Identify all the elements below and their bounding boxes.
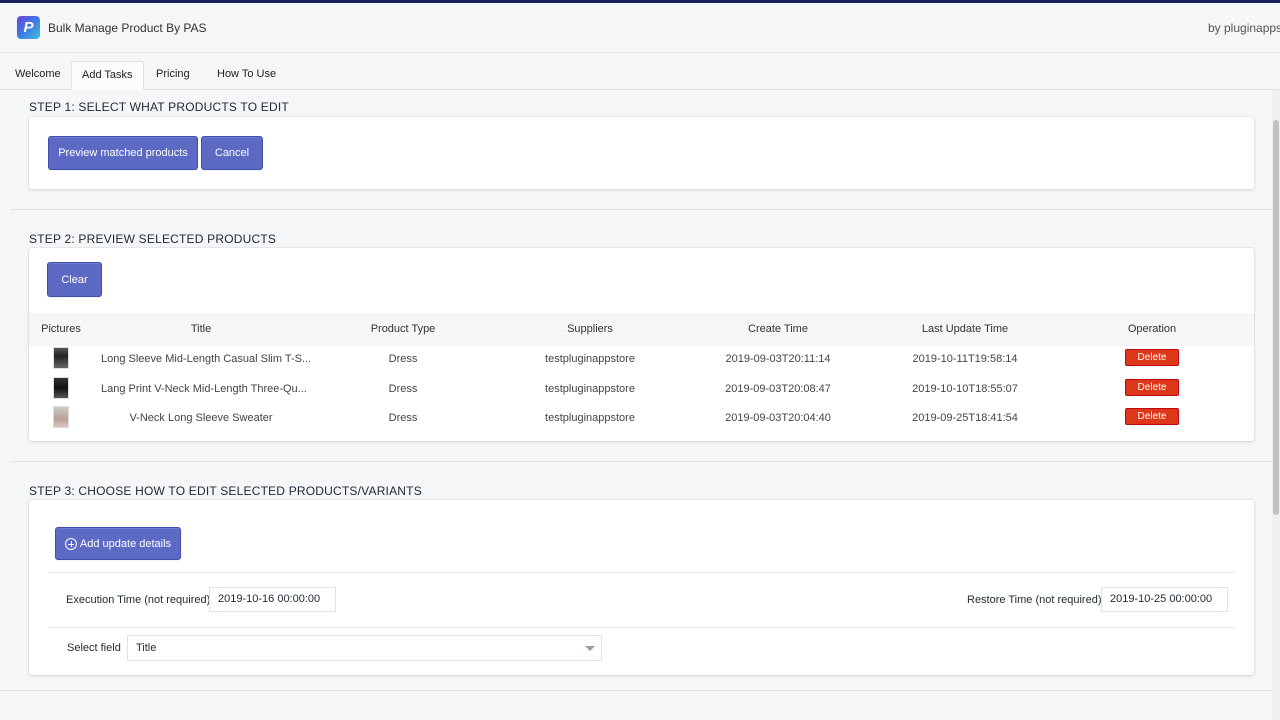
row-title: V-Neck Long Sleeve Sweater — [129, 412, 273, 424]
col-product-type: Product Type — [370, 323, 436, 335]
table-row: Lang Print V-Neck Mid-Length Three-Qu...… — [29, 374, 1254, 404]
step2-title: STEP 2: PREVIEW SELECTED PRODUCTS — [29, 232, 277, 246]
select-field-dropdown[interactable]: Title — [127, 635, 602, 661]
step1-card: Preview matched products Cancel — [29, 117, 1254, 189]
restore-time-input[interactable]: 2019-10-25 00:00:00 — [1101, 587, 1228, 612]
row-title: Long Sleeve Mid-Length Casual Slim T-S..… — [101, 353, 312, 365]
add-update-details-button[interactable]: Add update details — [55, 527, 181, 560]
row-divider — [48, 627, 1236, 628]
app-title: Bulk Manage Product By PAS — [48, 21, 207, 35]
row-created: 2019-09-03T20:11:14 — [725, 353, 831, 365]
row-type: Dress — [388, 412, 418, 424]
table-header: Pictures Title Product Type Suppliers Cr… — [29, 313, 1254, 346]
col-create-time: Create Time — [748, 323, 808, 335]
tab-how-to-use[interactable]: How To Use — [207, 61, 286, 90]
logo-letter: P — [23, 19, 34, 36]
table-row: V-Neck Long Sleeve Sweater Dress testplu… — [29, 403, 1254, 433]
app-header: P Bulk Manage Product By PAS by pluginap… — [0, 3, 1280, 53]
tab-welcome[interactable]: Welcome — [5, 61, 71, 90]
bottom-divider — [0, 690, 1272, 691]
section-divider — [10, 209, 1272, 210]
row-updated: 2019-10-11T19:58:14 — [912, 353, 1018, 365]
row-title: Lang Print V-Neck Mid-Length Three-Qu... — [101, 383, 307, 395]
app-logo: P — [17, 16, 40, 39]
by-text: by pluginappstore — [1208, 21, 1280, 35]
scrollbar-thumb[interactable] — [1273, 120, 1279, 515]
section-divider — [10, 461, 1272, 462]
row-created: 2019-09-03T20:04:40 — [725, 412, 831, 424]
row-updated: 2019-10-10T18:55:07 — [912, 383, 1018, 395]
row-supplier: testpluginappstore — [545, 383, 635, 395]
tab-bar: Welcome Add Tasks Pricing How To Use — [0, 61, 1280, 90]
step3-card: Add update details Execution Time (not r… — [29, 500, 1254, 675]
row-supplier: testpluginappstore — [545, 353, 635, 365]
row-created: 2019-09-03T20:08:47 — [725, 383, 831, 395]
delete-button[interactable]: Delete — [1125, 379, 1179, 396]
chevron-down-icon — [585, 646, 595, 651]
step2-card: Clear Pictures Title Product Type Suppli… — [29, 248, 1254, 441]
add-update-details-label: Add update details — [79, 537, 172, 550]
row-type: Dress — [388, 353, 418, 365]
col-operation: Operation — [1127, 323, 1177, 335]
row-type: Dress — [388, 383, 418, 395]
cancel-button[interactable]: Cancel — [201, 136, 263, 170]
restore-time-label: Restore Time (not required) — [967, 594, 1102, 606]
col-last-update-time: Last Update Time — [921, 323, 1009, 335]
select-field-value: Title — [136, 642, 157, 654]
execution-time-label: Execution Time (not required) — [66, 594, 211, 606]
col-suppliers: Suppliers — [567, 323, 613, 335]
delete-button[interactable]: Delete — [1125, 408, 1179, 425]
row-divider — [48, 572, 1236, 573]
tab-pricing[interactable]: Pricing — [146, 61, 200, 90]
plus-circle-icon — [64, 537, 77, 550]
delete-button[interactable]: Delete — [1125, 349, 1179, 366]
product-thumbnail[interactable] — [53, 377, 69, 399]
step3-title: STEP 3: CHOOSE HOW TO EDIT SELECTED PROD… — [29, 484, 422, 498]
row-supplier: testpluginappstore — [545, 412, 635, 424]
col-title: Title — [190, 323, 212, 335]
product-thumbnail[interactable] — [53, 406, 69, 428]
step1-title: STEP 1: SELECT WHAT PRODUCTS TO EDIT — [29, 100, 289, 114]
tab-add-tasks[interactable]: Add Tasks — [71, 61, 144, 90]
col-pictures: Pictures — [41, 323, 81, 335]
preview-matched-button[interactable]: Preview matched products — [48, 136, 198, 170]
table-row: Long Sleeve Mid-Length Casual Slim T-S..… — [29, 344, 1254, 374]
execution-time-input[interactable]: 2019-10-16 00:00:00 — [209, 587, 336, 612]
row-updated: 2019-09-25T18:41:54 — [912, 412, 1018, 424]
select-field-label: Select field — [67, 642, 121, 654]
clear-button[interactable]: Clear — [47, 262, 102, 297]
product-thumbnail[interactable] — [53, 347, 69, 369]
